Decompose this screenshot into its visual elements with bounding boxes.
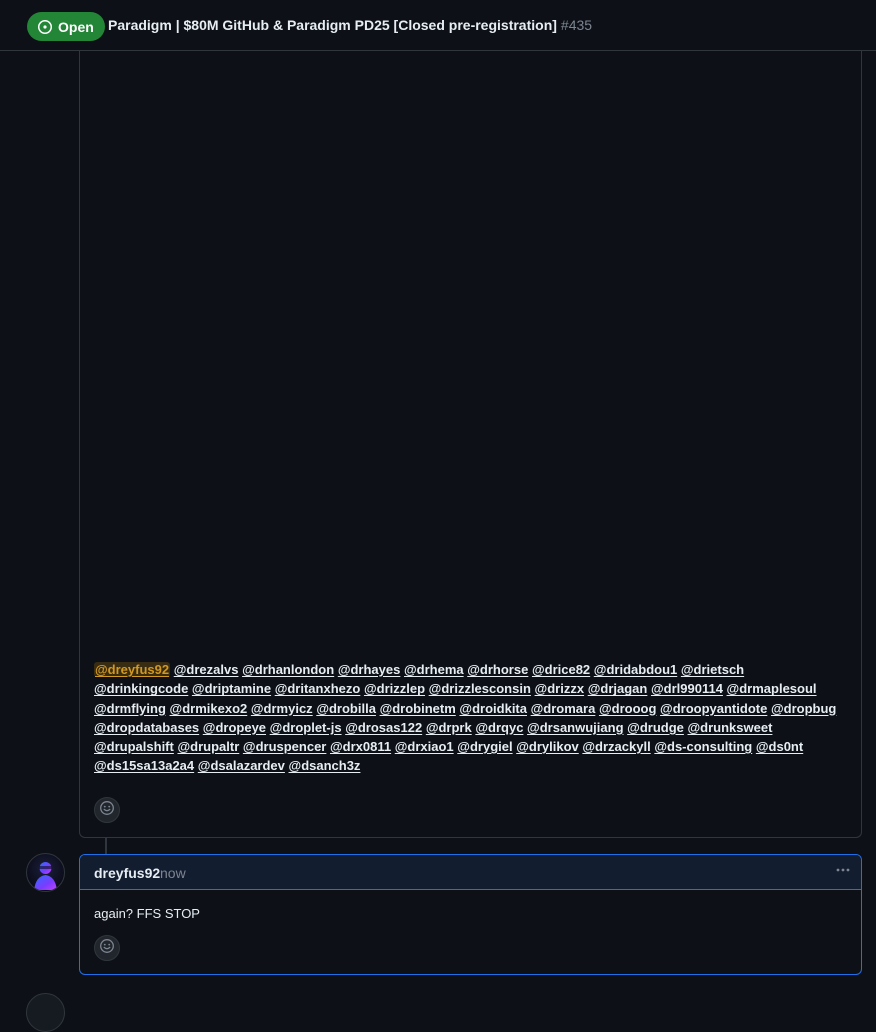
mention-link[interactable]: @drx0811 [330, 739, 391, 754]
issue-title[interactable]: Paradigm | $80M GitHub & Paradigm PD25 [… [108, 17, 592, 33]
issue-state-badge: Open [27, 12, 105, 41]
mention-link[interactable]: @drooog [599, 701, 656, 716]
add-reaction-button[interactable] [94, 797, 120, 823]
mention-link[interactable]: @droidkita [459, 701, 527, 716]
mention-link[interactable]: @dromara [531, 701, 596, 716]
mention-link[interactable]: @drezalvs [174, 662, 239, 677]
smiley-icon [99, 938, 115, 959]
mention-link[interactable]: @drinkingcode [94, 681, 188, 696]
comment-header: dreyfus92 now [80, 855, 861, 890]
mention-link[interactable]: @droplet-js [270, 720, 342, 735]
mention-link[interactable]: @drmikexo2 [170, 701, 248, 716]
mention-link[interactable]: @drmflying [94, 701, 166, 716]
mention-link[interactable]: @drupaltr [177, 739, 239, 754]
mention-link[interactable]: @ds-consulting [654, 739, 752, 754]
add-reaction-button[interactable] [94, 935, 120, 961]
issue-title-text: Paradigm | $80M GitHub & Paradigm PD25 [… [108, 17, 557, 33]
mention-link[interactable]: @dsalazardev [198, 758, 285, 773]
mention-link[interactable]: @drxiao1 [395, 739, 454, 754]
mention-link[interactable]: @drizzlesconsin [429, 681, 531, 696]
mention-link[interactable]: @drupalshift [94, 739, 174, 754]
mention-link[interactable]: @drl990114 [651, 681, 723, 696]
mention-link[interactable]: @dropbug [771, 701, 836, 716]
mentions-list: @dreyfus92 @drezalvs @drhanlondon @drhay… [94, 660, 842, 776]
mention-link[interactable]: @drudge [627, 720, 684, 735]
mention-link[interactable]: @drietsch [681, 662, 744, 677]
issue-number: #435 [560, 17, 593, 33]
mention-link[interactable]: @drjagan [588, 681, 648, 696]
sticky-issue-header: Open Paradigm | $80M GitHub & Paradigm P… [0, 0, 876, 51]
mention-link[interactable]: @drizzlep [364, 681, 425, 696]
mention-link[interactable]: @drqyc [475, 720, 523, 735]
timeline-connector [105, 838, 107, 854]
mention-link[interactable]: @drhayes [338, 662, 401, 677]
mention-link[interactable]: @drizzx [535, 681, 585, 696]
avatar[interactable] [26, 993, 65, 1032]
mention-link[interactable]: @drosas122 [345, 720, 422, 735]
mention-link[interactable]: @drmaplesoul [727, 681, 817, 696]
kebab-horizontal-icon [835, 862, 851, 883]
mention-link[interactable]: @drsanwujiang [527, 720, 623, 735]
mention-link[interactable]: @drhanlondon [242, 662, 334, 677]
mention-link[interactable]: @drobilla [316, 701, 376, 716]
mention-link[interactable]: @droopyantidote [660, 701, 767, 716]
comment-timestamp[interactable]: now [160, 865, 186, 881]
mention-link[interactable]: @dropdatabases [94, 720, 199, 735]
mention-link[interactable]: @drunksweet [688, 720, 773, 735]
mention-link[interactable]: @dritanxhezo [275, 681, 361, 696]
mention-link[interactable]: @drprk [426, 720, 472, 735]
smiley-icon [99, 800, 115, 821]
issue-opened-icon [37, 19, 53, 35]
comment-options-button[interactable] [833, 862, 853, 882]
mention-link[interactable]: @drmyicz [251, 701, 313, 716]
issue-state-label: Open [58, 18, 94, 35]
comment-author[interactable]: dreyfus92 [94, 865, 160, 881]
mention-link[interactable]: @ds0nt [756, 739, 803, 754]
mention-link[interactable]: @dsanch3z [289, 758, 361, 773]
comment-body: again? FFS STOP [94, 906, 200, 921]
mention-link[interactable]: @drzackyll [582, 739, 650, 754]
avatar[interactable] [26, 853, 65, 892]
mention-link[interactable]: @ds15sa13a2a4 [94, 758, 194, 773]
mention-link[interactable]: @dridabdou1 [594, 662, 677, 677]
mention-link[interactable]: @driptamine [192, 681, 271, 696]
mention-link[interactable]: @druspencer [243, 739, 326, 754]
mention-link[interactable]: @drice82 [532, 662, 590, 677]
mention-link[interactable]: @drobinetm [380, 701, 456, 716]
mention-link[interactable]: @dropeye [203, 720, 266, 735]
mention-link[interactable]: @drhema [404, 662, 464, 677]
mention-link[interactable]: @dreyfus92 [94, 662, 171, 677]
mention-link[interactable]: @drylikov [516, 739, 579, 754]
comment-box: dreyfus92 now again? FFS STOP [79, 854, 862, 975]
mention-link[interactable]: @drhorse [467, 662, 528, 677]
mention-link[interactable]: @drygiel [457, 739, 512, 754]
